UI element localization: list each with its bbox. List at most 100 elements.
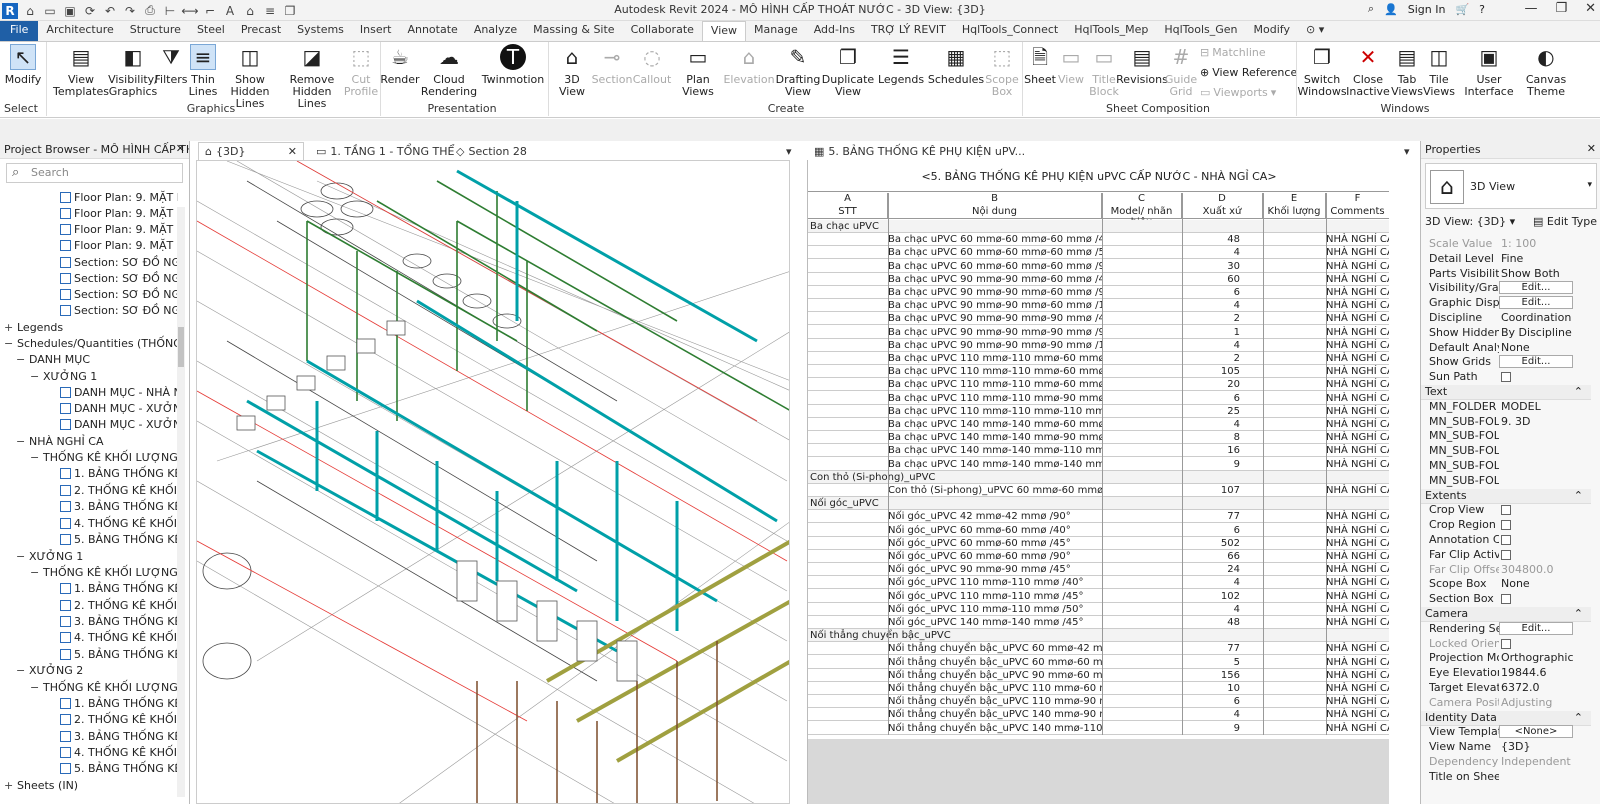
tab-view[interactable]: View: [701, 21, 747, 41]
property-edit-button[interactable]: Edit...: [1499, 281, 1573, 295]
view-templates-button[interactable]: ▤ View Templates: [53, 44, 109, 98]
tree-item[interactable]: 1. BẢNG THỐNG KÊ THI: [60, 580, 178, 596]
thin-lines-button[interactable]: ≡ Thin Lines: [188, 44, 218, 98]
column-letter[interactable]: B: [888, 193, 1102, 206]
tab-analyze[interactable]: Analyze: [466, 21, 525, 41]
table-row[interactable]: Nối thẳng chuyển bậc_uPVC 60 mmø-42 mmø …: [808, 642, 1389, 656]
section-button[interactable]: ⊸ Section: [592, 44, 633, 86]
table-row[interactable]: Ba chạc uPVC 60 mmø-60 mmø-60 mmø /45° 48…: [808, 233, 1389, 247]
instance-selector[interactable]: 3D View: {3D} ▾ ▤ Edit Type: [1425, 215, 1597, 233]
property-section-header[interactable]: Camera ⌃: [1421, 607, 1591, 622]
tree-item[interactable]: 5. BẢNG THỐNG KÊ PHỤ: [60, 760, 178, 776]
close-icon[interactable]: ✕: [1587, 142, 1596, 155]
table-row[interactable]: Ba chạc uPVC 110 mmø-110 mmø-60 mmø /45°…: [808, 365, 1389, 379]
property-value[interactable]: 19844.6: [1501, 666, 1587, 679]
callout-button[interactable]: ◌ Callout: [633, 44, 672, 86]
collapse-icon[interactable]: −: [30, 566, 40, 579]
tree-item[interactable]: DANH MỤC - XƯỞNG 1: [60, 400, 178, 416]
collapse-icon[interactable]: −: [4, 337, 14, 350]
tree-item[interactable]: 4. THỐNG KÊ KHỐI LƯỢ: [60, 629, 178, 645]
guide-grid-button[interactable]: # Guide Grid: [1165, 44, 1197, 98]
twinmotion-button[interactable]: T Twinmotion: [482, 44, 544, 86]
column-header[interactable]: Comments: [1326, 206, 1389, 219]
tab-structure[interactable]: Structure: [122, 21, 189, 41]
column-header[interactable]: Khối lượng: [1263, 206, 1326, 219]
cart-icon[interactable]: 🛒: [1455, 3, 1469, 16]
filters-button[interactable]: ⧩ Filters: [155, 44, 188, 86]
collapse-icon[interactable]: −: [30, 681, 40, 694]
tree-item[interactable]: 3. BẢNG THỐNG KÊ PHỤ: [60, 498, 178, 514]
expand-icon[interactable]: +: [4, 321, 14, 334]
modify-button[interactable]: ↖ Modify: [5, 44, 41, 86]
property-checkbox[interactable]: [1501, 372, 1511, 383]
property-checkbox[interactable]: [1501, 520, 1511, 531]
table-row[interactable]: Ba chạc uPVC 110 mmø-110 mmø-90 mmø /45°…: [808, 392, 1389, 405]
tree-item[interactable]: − NHÀ NGHỈ CA: [16, 433, 104, 449]
duplicate-view-button[interactable]: ❐ Duplicate View: [822, 44, 874, 98]
tree-item[interactable]: Section: SƠ ĐỒ NGUYÊN: [60, 270, 178, 286]
tab-3d-view[interactable]: ⌂ {3D} ✕: [198, 142, 304, 160]
tree-item[interactable]: 2. THỐNG KÊ KHỐI LƯỢ: [60, 482, 178, 498]
table-row[interactable]: Ba chạc uPVC 140 mmø-140 mmø-90 mmø /45°…: [808, 431, 1389, 445]
3d-model-drawing[interactable]: [197, 161, 790, 804]
tab-insert[interactable]: Insert: [352, 21, 400, 41]
property-edit-button[interactable]: Edit...: [1499, 621, 1573, 635]
table-row[interactable]: Ba chạc uPVC 60 mmø-60 mmø-60 mmø /50° 4 N…: [808, 246, 1389, 260]
table-row[interactable]: Nối thẳng chuyển bậc_uPVC 140 mmø-110 mm…: [808, 722, 1389, 735]
collapse-icon[interactable]: ⌃: [1574, 711, 1583, 724]
table-row[interactable]: Ba chạc uPVC 110 mmø-110 mmø-110 mmø /45…: [808, 405, 1389, 418]
tree-item[interactable]: Floor Plan: 9. MẶT BẰNG: [60, 221, 178, 237]
remove-hidden-lines-button[interactable]: ◪ Remove Hidden Lines: [282, 44, 342, 110]
property-value[interactable]: MODEL: [1501, 400, 1587, 413]
column-letter[interactable]: D: [1182, 193, 1263, 206]
column-header[interactable]: Xuất xứ: [1182, 206, 1263, 219]
tree-item[interactable]: 5. BẢNG THỐNG KÊ PHỤ: [60, 646, 178, 662]
tab-hqltools-mep[interactable]: HqlTools_Mep: [1066, 21, 1156, 41]
tree-item[interactable]: Section: SƠ ĐỒ NGUYÊN: [60, 254, 178, 270]
tile-views-button[interactable]: ◫ Tile Views: [1423, 44, 1455, 98]
property-checkbox[interactable]: [1501, 549, 1511, 560]
table-row[interactable]: Ba chạc uPVC 140 mmø-140 mmø-140 mmø /45…: [808, 458, 1389, 471]
column-letter[interactable]: A: [808, 193, 888, 206]
tab-manage[interactable]: Manage: [746, 21, 806, 41]
expand-icon[interactable]: +: [4, 779, 14, 792]
minimize-icon[interactable]: —: [1524, 1, 1537, 16]
tab-overflow-dropdown[interactable]: ▾: [786, 142, 800, 160]
scope-box-button[interactable]: ⬚ Scope Box: [985, 44, 1019, 98]
tab-file[interactable]: File: [0, 21, 39, 41]
close-inactive-button[interactable]: ✕ Close Inactive: [1346, 44, 1390, 98]
help-icon[interactable]: ?: [1479, 3, 1485, 16]
collapse-icon[interactable]: −: [16, 550, 26, 563]
tab-add-ins[interactable]: Add-Ins: [806, 21, 863, 41]
project-browser-scrollbar[interactable]: [177, 207, 185, 797]
property-value[interactable]: Show Both: [1501, 267, 1587, 280]
close-icon[interactable]: ✕: [1585, 1, 1596, 16]
table-row[interactable]: Ba chạc uPVC 140 mmø-140 mmø-60 mmø /90°…: [808, 418, 1389, 431]
switch-windows-button[interactable]: ❐ Switch Windows: [1297, 44, 1346, 98]
tree-item[interactable]: − DANH MỤC: [16, 351, 90, 367]
table-row[interactable]: Nối góc_uPVC 60 mmø-60 mmø /90° 66 NHÀ NGH…: [808, 550, 1389, 563]
tab-floor-plan[interactable]: ▭ 1. TẦNG 1 - TỔNG THỂ: [310, 142, 460, 160]
property-section-header[interactable]: Text ⌃: [1421, 385, 1591, 400]
table-row[interactable]: Ba chạc uPVC 90 mmø-90 mmø-60 mmø /45° 60…: [808, 273, 1389, 286]
tree-item[interactable]: Floor Plan: 9. MẶT BẰNG: [60, 205, 178, 221]
property-checkbox[interactable]: [1501, 505, 1511, 516]
tab-overflow-dropdown[interactable]: ▾: [1404, 142, 1418, 160]
property-value[interactable]: None: [1501, 577, 1587, 590]
tree-item[interactable]: + Sheets (IN): [4, 777, 78, 793]
legends-button[interactable]: ☰ Legends: [878, 44, 924, 86]
tree-item[interactable]: 1. BẢNG THỐNG KÊ THI: [60, 695, 178, 711]
table-row[interactable]: Nối góc_uPVC 42 mmø-42 mmø /90° 77 NHÀ NGH…: [808, 510, 1389, 524]
property-edit-button[interactable]: <None>: [1499, 725, 1573, 739]
close-icon[interactable]: ✕: [288, 145, 297, 158]
restore-icon[interactable]: ❐: [1555, 1, 1567, 16]
group-header-row[interactable]: Nối góc_uPVC: [808, 497, 1389, 511]
collapse-icon[interactable]: −: [16, 664, 26, 677]
property-value[interactable]: Fine: [1501, 252, 1587, 265]
property-value[interactable]: By Discipline: [1501, 326, 1587, 339]
title-block-button[interactable]: ▭ Title Block: [1088, 44, 1120, 98]
property-value[interactable]: None: [1501, 341, 1587, 354]
column-letter[interactable]: E: [1263, 193, 1326, 206]
property-edit-button[interactable]: Edit...: [1499, 355, 1573, 369]
group-header-row[interactable]: Ba chạc uPVC: [808, 220, 1389, 233]
